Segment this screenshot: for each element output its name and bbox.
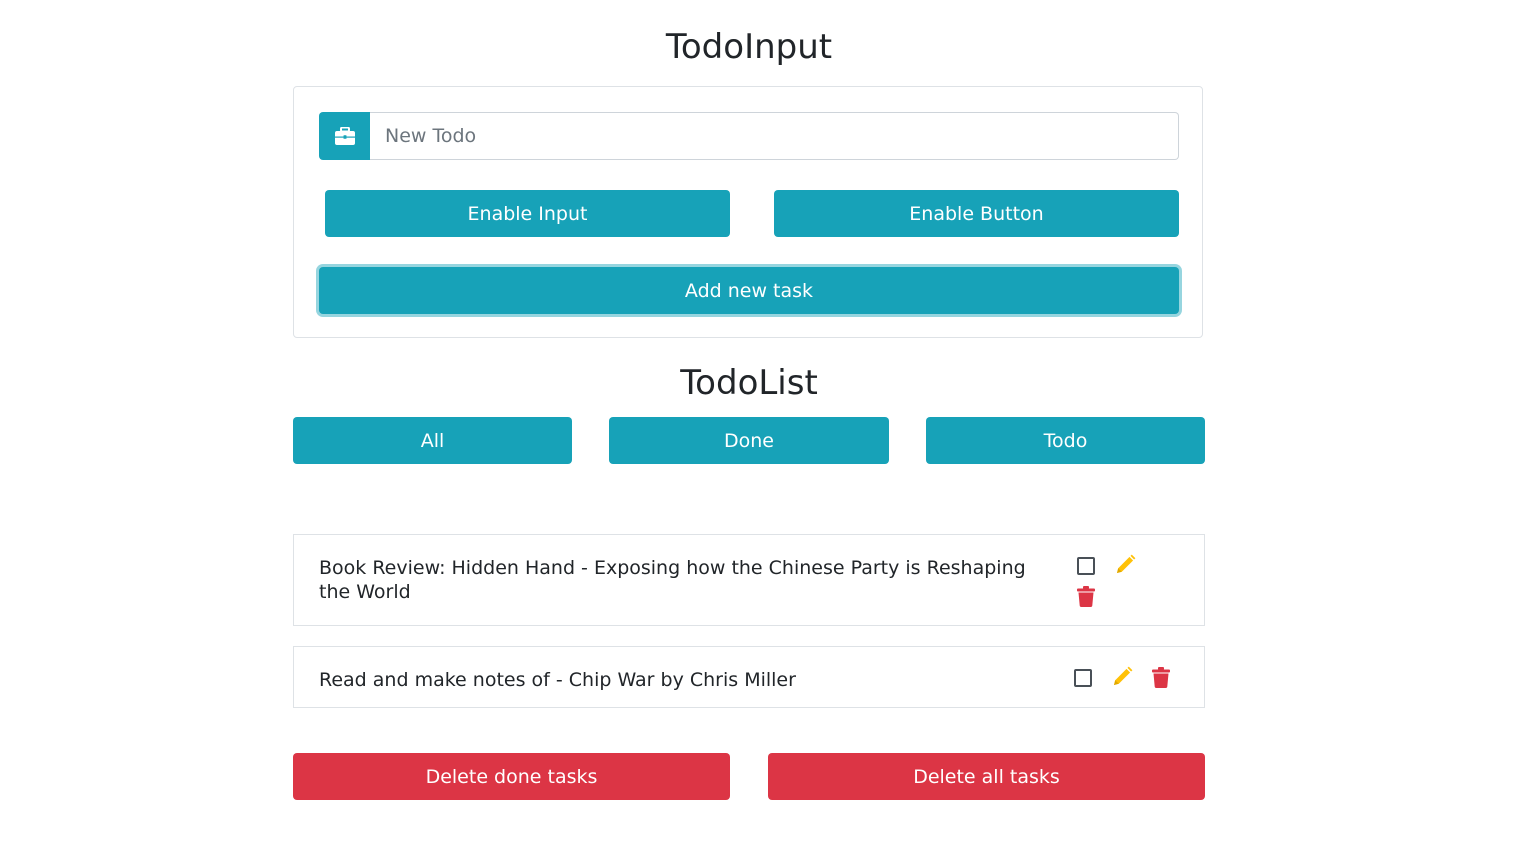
filter-all-button[interactable]: All [293,417,572,464]
trash-icon[interactable] [1077,586,1095,607]
todo-item-text: Book Review: Hidden Hand - Exposing how … [319,557,1026,603]
trash-icon[interactable] [1152,667,1170,688]
todo-list-item: Read and make notes of - Chip War by Chr… [293,646,1205,708]
todo-app: TodoInput Enable Input Enable Button Add… [0,0,1520,857]
pencil-icon[interactable] [1111,666,1133,688]
new-todo-input[interactable] [370,112,1179,160]
new-todo-input-group [319,112,1179,160]
checkbox-icon[interactable] [1077,557,1095,575]
add-new-task-button[interactable]: Add new task [319,267,1179,314]
todo-item-text: Read and make notes of - Chip War by Chr… [319,669,796,691]
checkbox-icon[interactable] [1074,669,1092,687]
enable-input-button[interactable]: Enable Input [325,190,730,237]
todo-list-title: TodoList [680,363,818,403]
filter-todo-button[interactable]: Todo [926,417,1205,464]
pencil-icon[interactable] [1114,554,1136,576]
todo-input-title: TodoInput [665,27,833,67]
delete-all-tasks-button[interactable]: Delete all tasks [768,753,1205,800]
enable-button-button[interactable]: Enable Button [774,190,1179,237]
todo-list-item: Book Review: Hidden Hand - Exposing how … [293,534,1205,626]
briefcase-icon [319,112,370,160]
delete-done-tasks-button[interactable]: Delete done tasks [293,753,730,800]
filter-done-button[interactable]: Done [609,417,889,464]
